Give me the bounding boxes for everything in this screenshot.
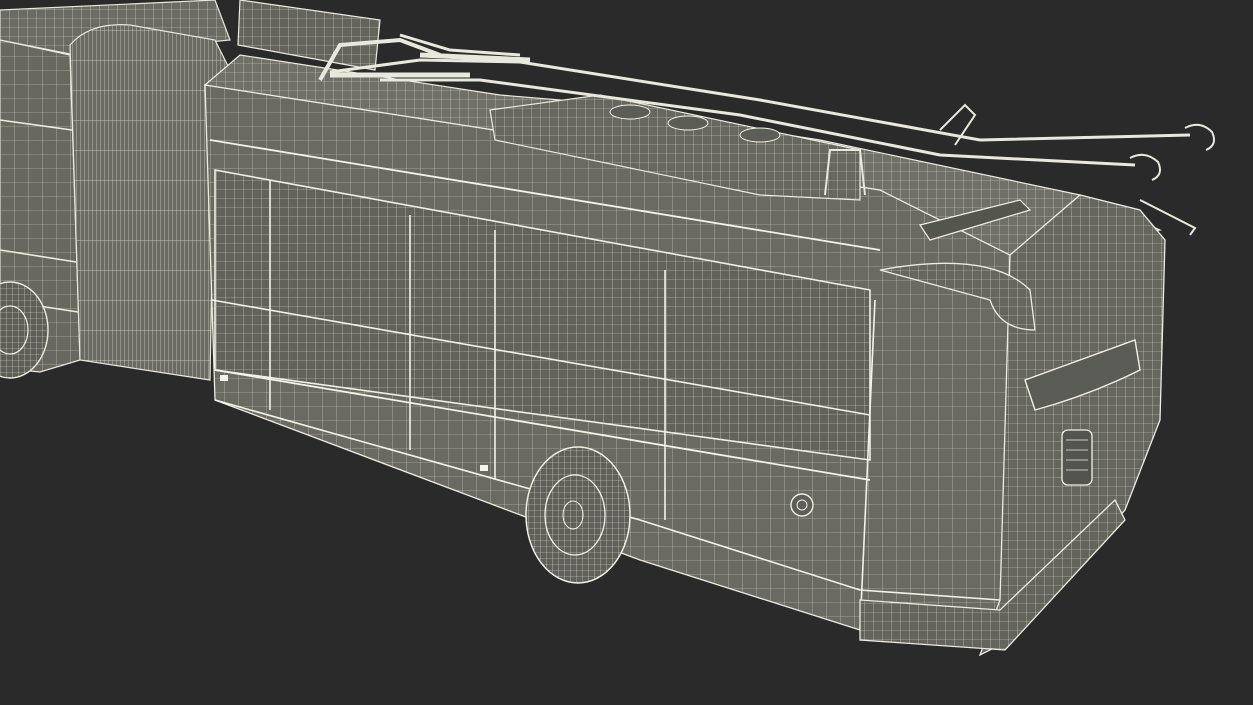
roof-fan-2 — [667, 115, 709, 131]
trolleybus-wireframe-render — [0, 0, 1215, 657]
roof-fan-1 — [609, 104, 651, 120]
model-viewport[interactable] — [0, 0, 1253, 705]
roof-fan-3 — [739, 127, 781, 143]
rear-wheel — [525, 446, 631, 584]
